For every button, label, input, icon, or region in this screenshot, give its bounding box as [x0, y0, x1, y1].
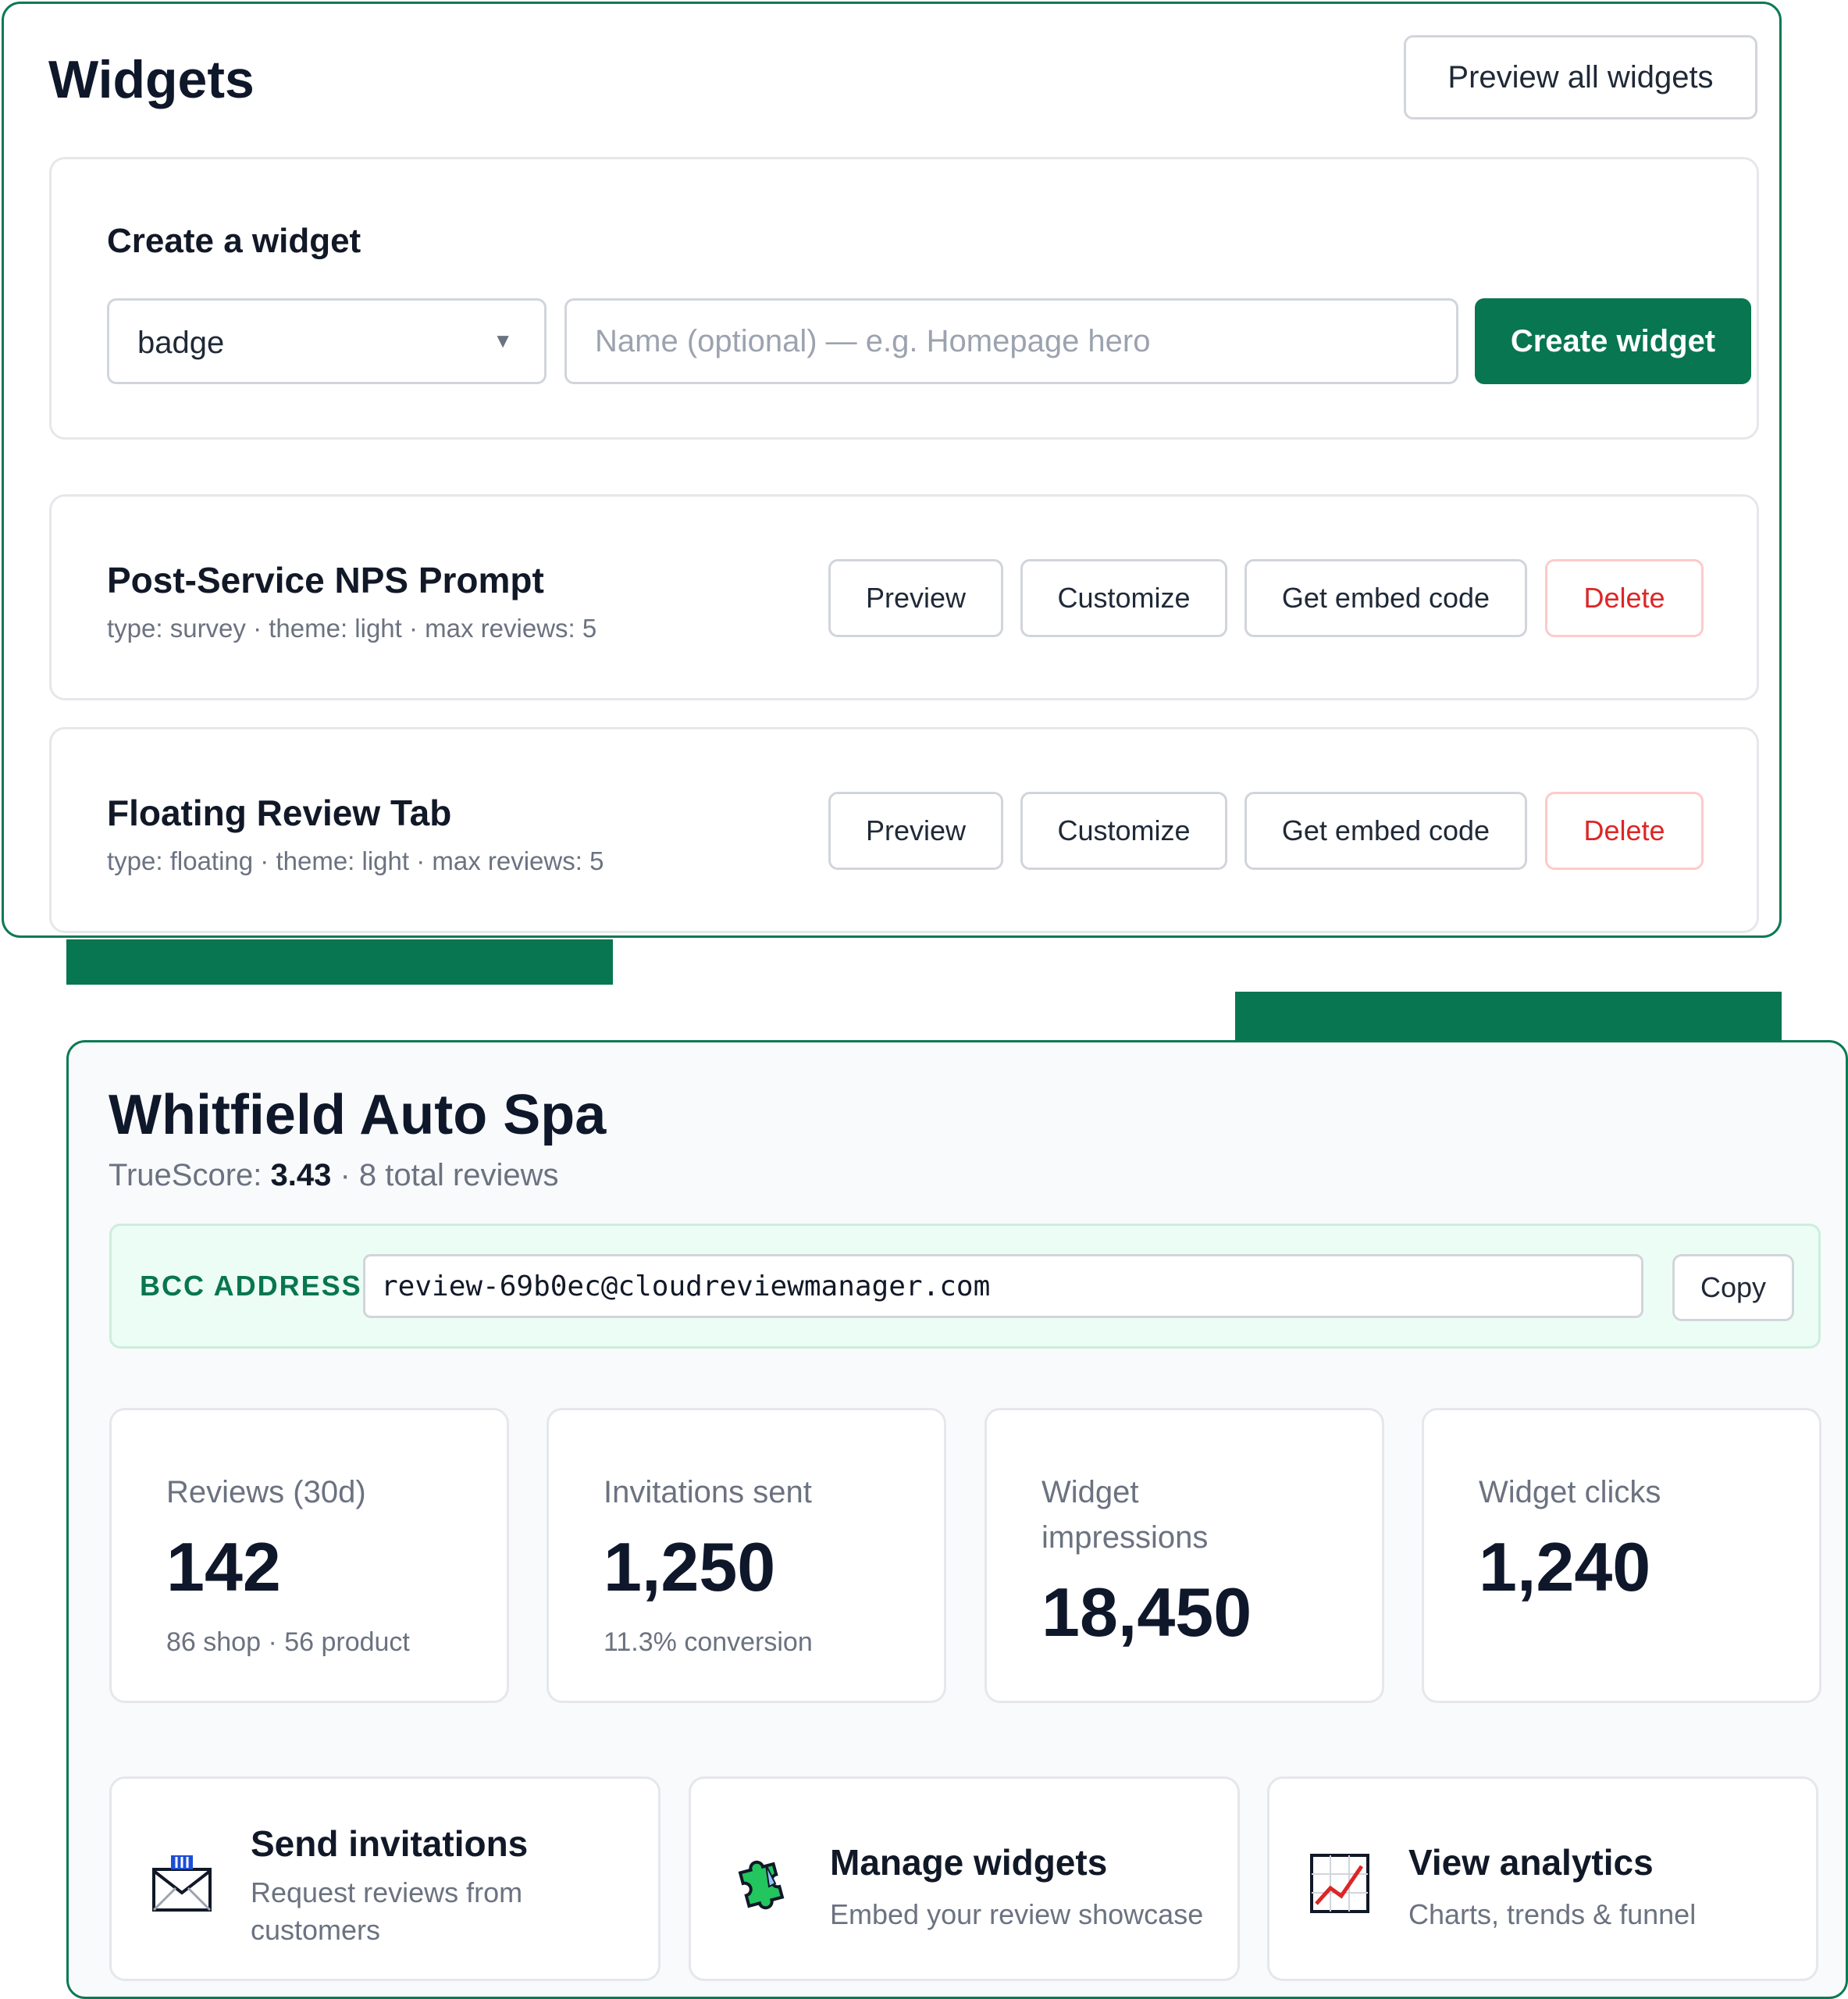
widget-type-select[interactable]: badge ▼: [107, 298, 547, 384]
quick-action-title: Send invitations: [251, 1823, 529, 1864]
stat-value: 142: [166, 1528, 281, 1605]
preview-all-widgets-button[interactable]: Preview all widgets: [1404, 35, 1757, 119]
business-name: Whitfield Auto Spa: [109, 1084, 607, 1146]
truescore-value: 3.43: [270, 1158, 332, 1192]
widgets-panel: Widgets Preview all widgets Create a wid…: [2, 2, 1782, 938]
chart-icon: [1310, 1854, 1369, 1913]
get-embed-code-button[interactable]: Get embed code: [1244, 792, 1527, 870]
create-widget-card: Create a widget badge ▼ Create widget: [49, 157, 1759, 440]
widget-row: Post-Service NPS Prompt type: survey · t…: [49, 494, 1759, 700]
copy-button[interactable]: Copy: [1672, 1254, 1794, 1321]
stat-value: 1,250: [604, 1528, 776, 1605]
stat-note: 11.3% conversion: [604, 1627, 813, 1657]
dashboard-panel: Whitfield Auto Spa TrueScore: 3.43 · 8 t…: [66, 1040, 1848, 1999]
widget-name: Floating Review Tab: [107, 793, 452, 833]
stat-label: Widget impressions: [1042, 1475, 1209, 1555]
quick-action-description: Request reviews from customers: [251, 1876, 523, 1946]
quick-action-view-analytics[interactable]: View analytics Charts, trends & funnel: [1267, 1776, 1818, 1981]
delete-button[interactable]: Delete: [1545, 792, 1704, 870]
page-title: Widgets: [48, 50, 255, 109]
quick-action-title: View analytics: [1408, 1842, 1654, 1883]
envelope-icon: [152, 1855, 212, 1912]
bcc-address-label: BCC ADDRESS: [140, 1270, 362, 1302]
quick-action-send-invitations[interactable]: Send invitations Request reviews from cu…: [109, 1776, 661, 1981]
get-embed-code-button[interactable]: Get embed code: [1244, 559, 1527, 637]
widget-row: Floating Review Tab type: floating · the…: [49, 727, 1759, 933]
bcc-address-box: BCC ADDRESS Copy: [109, 1224, 1821, 1349]
quick-action-title: Manage widgets: [830, 1842, 1108, 1883]
stat-label: Invitations sent: [604, 1475, 812, 1509]
widget-meta: type: survey · theme: light · max review…: [107, 614, 597, 643]
widget-meta: type: floating · theme: light · max revi…: [107, 846, 604, 875]
puzzle-icon: [738, 1860, 785, 1910]
truescore-label: TrueScore:: [109, 1158, 271, 1192]
stat-value: 1,240: [1479, 1528, 1651, 1605]
quick-action-description: Charts, trends & funnel: [1408, 1898, 1697, 1930]
decorative-green-bar: [66, 939, 613, 985]
preview-button[interactable]: Preview: [828, 559, 1003, 637]
widget-name: Post-Service NPS Prompt: [107, 560, 544, 600]
stat-note: 86 shop · 56 product: [166, 1627, 410, 1657]
bcc-address-field[interactable]: [363, 1254, 1643, 1318]
widget-name-input[interactable]: [564, 298, 1458, 384]
create-widget-button[interactable]: Create widget: [1475, 298, 1751, 384]
quick-action-manage-widgets[interactable]: Manage widgets Embed your review showcas…: [689, 1776, 1240, 1981]
widget-type-selected-value: badge: [137, 326, 225, 360]
truescore-summary: TrueScore: 3.43 · 8 total reviews: [109, 1158, 559, 1193]
stat-label: Reviews (30d): [166, 1475, 366, 1509]
stat-card-reviews: Reviews (30d) 142 86 shop · 56 product: [109, 1408, 509, 1703]
stat-label: Widget clicks: [1479, 1475, 1661, 1509]
stat-value: 18,450: [1042, 1573, 1252, 1651]
total-reviews: · 8 total reviews: [331, 1158, 559, 1192]
stat-card-impressions: Widget impressions 18,450: [985, 1408, 1384, 1703]
caret-down-icon: ▼: [493, 329, 513, 352]
customize-button[interactable]: Customize: [1020, 792, 1227, 870]
stat-card-invitations: Invitations sent 1,250 11.3% conversion: [547, 1408, 946, 1703]
customize-button[interactable]: Customize: [1020, 559, 1227, 637]
create-widget-heading: Create a widget: [107, 222, 361, 260]
preview-button[interactable]: Preview: [828, 792, 1003, 870]
quick-action-description: Embed your review showcase: [830, 1898, 1204, 1930]
stat-card-clicks: Widget clicks 1,240: [1422, 1408, 1821, 1703]
decorative-green-bar: [1235, 992, 1782, 1042]
delete-button[interactable]: Delete: [1545, 559, 1704, 637]
